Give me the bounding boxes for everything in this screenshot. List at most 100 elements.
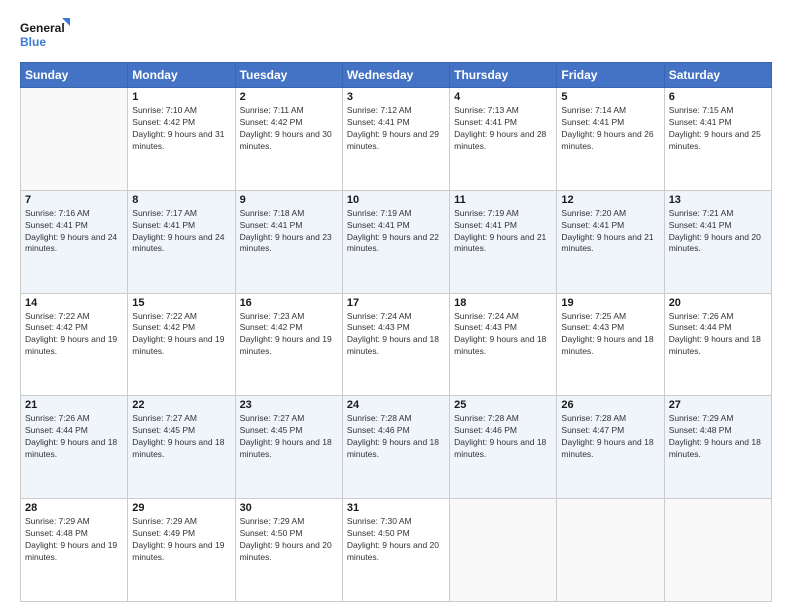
day-number: 27 xyxy=(669,399,767,411)
col-header-tuesday: Tuesday xyxy=(235,63,342,88)
day-info: Sunrise: 7:30 AMSunset: 4:50 PMDaylight:… xyxy=(347,516,445,564)
day-info: Sunrise: 7:12 AMSunset: 4:41 PMDaylight:… xyxy=(347,105,445,153)
calendar-cell: 8Sunrise: 7:17 AMSunset: 4:41 PMDaylight… xyxy=(128,190,235,293)
col-header-monday: Monday xyxy=(128,63,235,88)
day-info: Sunrise: 7:13 AMSunset: 4:41 PMDaylight:… xyxy=(454,105,552,153)
week-row-5: 28 Sunrise: 7:29 AMSunset: 4:48 PMDayligh… xyxy=(21,499,772,602)
day-number: 9 xyxy=(240,194,338,206)
day-info: Sunrise: 7:21 AMSunset: 4:41 PMDaylight:… xyxy=(669,208,767,256)
calendar-cell: 13 Sunrise: 7:21 AMSunset: 4:41 PMDayligh… xyxy=(664,190,771,293)
calendar-cell: 4 Sunrise: 7:13 AMSunset: 4:41 PMDaylight… xyxy=(450,88,557,191)
day-info: Sunrise: 7:19 AMSunset: 4:41 PMDaylight:… xyxy=(454,208,552,256)
day-number: 25 xyxy=(454,399,552,411)
week-row-3: 14 Sunrise: 7:22 AMSunset: 4:42 PMDayligh… xyxy=(21,293,772,396)
calendar-cell: 21 Sunrise: 7:26 AMSunset: 4:44 PMDayligh… xyxy=(21,396,128,499)
day-number: 28 xyxy=(25,502,123,514)
calendar-cell: 9 Sunrise: 7:18 AMSunset: 4:41 PMDaylight… xyxy=(235,190,342,293)
day-info: Sunrise: 7:29 AMSunset: 4:48 PMDaylight:… xyxy=(669,413,767,461)
day-number: 18 xyxy=(454,297,552,309)
calendar-cell: 10Sunrise: 7:19 AMSunset: 4:41 PMDayligh… xyxy=(342,190,449,293)
calendar-cell xyxy=(664,499,771,602)
day-info: Sunrise: 7:18 AMSunset: 4:41 PMDaylight:… xyxy=(240,208,338,256)
calendar-cell: 1 Sunrise: 7:10 AMSunset: 4:42 PMDaylight… xyxy=(128,88,235,191)
calendar-cell: 12Sunrise: 7:20 AMSunset: 4:41 PMDayligh… xyxy=(557,190,664,293)
day-info: Sunrise: 7:17 AMSunset: 4:41 PMDaylight:… xyxy=(132,208,230,256)
svg-text:General: General xyxy=(20,21,65,35)
day-number: 12 xyxy=(561,194,659,206)
day-number: 11 xyxy=(454,194,552,206)
day-number: 3 xyxy=(347,91,445,103)
day-number: 1 xyxy=(132,91,230,103)
calendar-cell: 29 Sunrise: 7:29 AMSunset: 4:49 PMDayligh… xyxy=(128,499,235,602)
day-info: Sunrise: 7:15 AMSunset: 4:41 PMDaylight:… xyxy=(669,105,767,153)
calendar-cell: 6Sunrise: 7:15 AMSunset: 4:41 PMDaylight… xyxy=(664,88,771,191)
header: General Blue xyxy=(20,16,772,54)
day-info: Sunrise: 7:28 AMSunset: 4:47 PMDaylight:… xyxy=(561,413,659,461)
day-info: Sunrise: 7:26 AMSunset: 4:44 PMDaylight:… xyxy=(669,311,767,359)
week-row-4: 21 Sunrise: 7:26 AMSunset: 4:44 PMDayligh… xyxy=(21,396,772,499)
day-number: 20 xyxy=(669,297,767,309)
day-number: 24 xyxy=(347,399,445,411)
day-number: 7 xyxy=(25,194,123,206)
day-number: 14 xyxy=(25,297,123,309)
logo-svg: General Blue xyxy=(20,16,70,54)
day-number: 15 xyxy=(132,297,230,309)
day-info: Sunrise: 7:27 AMSunset: 4:45 PMDaylight:… xyxy=(132,413,230,461)
header-row: SundayMondayTuesdayWednesdayThursdayFrid… xyxy=(21,63,772,88)
calendar-cell: 28 Sunrise: 7:29 AMSunset: 4:48 PMDayligh… xyxy=(21,499,128,602)
day-number: 21 xyxy=(25,399,123,411)
calendar-cell: 15 Sunrise: 7:22 AMSunset: 4:42 PMDayligh… xyxy=(128,293,235,396)
calendar-cell: 14 Sunrise: 7:22 AMSunset: 4:42 PMDayligh… xyxy=(21,293,128,396)
day-number: 30 xyxy=(240,502,338,514)
day-info: Sunrise: 7:22 AMSunset: 4:42 PMDaylight:… xyxy=(25,311,123,359)
day-info: Sunrise: 7:22 AMSunset: 4:42 PMDaylight:… xyxy=(132,311,230,359)
calendar-cell: 24 Sunrise: 7:28 AMSunset: 4:46 PMDayligh… xyxy=(342,396,449,499)
col-header-wednesday: Wednesday xyxy=(342,63,449,88)
calendar-cell: 23 Sunrise: 7:27 AMSunset: 4:45 PMDayligh… xyxy=(235,396,342,499)
day-info: Sunrise: 7:29 AMSunset: 4:50 PMDaylight:… xyxy=(240,516,338,564)
col-header-saturday: Saturday xyxy=(664,63,771,88)
logo: General Blue xyxy=(20,16,70,54)
calendar-cell xyxy=(21,88,128,191)
calendar-cell: 27 Sunrise: 7:29 AMSunset: 4:48 PMDayligh… xyxy=(664,396,771,499)
calendar-cell: 25 Sunrise: 7:28 AMSunset: 4:46 PMDayligh… xyxy=(450,396,557,499)
calendar-cell xyxy=(450,499,557,602)
calendar-cell: 30 Sunrise: 7:29 AMSunset: 4:50 PMDayligh… xyxy=(235,499,342,602)
day-info: Sunrise: 7:26 AMSunset: 4:44 PMDaylight:… xyxy=(25,413,123,461)
col-header-sunday: Sunday xyxy=(21,63,128,88)
day-number: 29 xyxy=(132,502,230,514)
day-info: Sunrise: 7:10 AMSunset: 4:42 PMDaylight:… xyxy=(132,105,230,153)
day-info: Sunrise: 7:27 AMSunset: 4:45 PMDaylight:… xyxy=(240,413,338,461)
calendar-cell: 2Sunrise: 7:11 AMSunset: 4:42 PMDaylight… xyxy=(235,88,342,191)
day-info: Sunrise: 7:14 AMSunset: 4:41 PMDaylight:… xyxy=(561,105,659,153)
calendar-cell: 22 Sunrise: 7:27 AMSunset: 4:45 PMDayligh… xyxy=(128,396,235,499)
week-row-2: 7Sunrise: 7:16 AMSunset: 4:41 PMDaylight… xyxy=(21,190,772,293)
day-number: 17 xyxy=(347,297,445,309)
day-info: Sunrise: 7:24 AMSunset: 4:43 PMDaylight:… xyxy=(347,311,445,359)
col-header-thursday: Thursday xyxy=(450,63,557,88)
calendar-cell: 3 Sunrise: 7:12 AMSunset: 4:41 PMDaylight… xyxy=(342,88,449,191)
col-header-friday: Friday xyxy=(557,63,664,88)
day-number: 22 xyxy=(132,399,230,411)
calendar-cell: 31Sunrise: 7:30 AMSunset: 4:50 PMDayligh… xyxy=(342,499,449,602)
day-number: 4 xyxy=(454,91,552,103)
day-info: Sunrise: 7:29 AMSunset: 4:48 PMDaylight:… xyxy=(25,516,123,564)
day-number: 13 xyxy=(669,194,767,206)
day-info: Sunrise: 7:29 AMSunset: 4:49 PMDaylight:… xyxy=(132,516,230,564)
day-number: 23 xyxy=(240,399,338,411)
day-info: Sunrise: 7:28 AMSunset: 4:46 PMDaylight:… xyxy=(347,413,445,461)
calendar-cell: 26Sunrise: 7:28 AMSunset: 4:47 PMDayligh… xyxy=(557,396,664,499)
day-info: Sunrise: 7:11 AMSunset: 4:42 PMDaylight:… xyxy=(240,105,338,153)
calendar-cell: 17 Sunrise: 7:24 AMSunset: 4:43 PMDayligh… xyxy=(342,293,449,396)
calendar-cell: 20 Sunrise: 7:26 AMSunset: 4:44 PMDayligh… xyxy=(664,293,771,396)
calendar-cell xyxy=(557,499,664,602)
day-number: 5 xyxy=(561,91,659,103)
calendar-cell: 7Sunrise: 7:16 AMSunset: 4:41 PMDaylight… xyxy=(21,190,128,293)
day-info: Sunrise: 7:25 AMSunset: 4:43 PMDaylight:… xyxy=(561,311,659,359)
week-row-1: 1 Sunrise: 7:10 AMSunset: 4:42 PMDaylight… xyxy=(21,88,772,191)
day-info: Sunrise: 7:28 AMSunset: 4:46 PMDaylight:… xyxy=(454,413,552,461)
calendar-cell: 5 Sunrise: 7:14 AMSunset: 4:41 PMDaylight… xyxy=(557,88,664,191)
day-info: Sunrise: 7:19 AMSunset: 4:41 PMDaylight:… xyxy=(347,208,445,256)
calendar-cell: 19Sunrise: 7:25 AMSunset: 4:43 PMDayligh… xyxy=(557,293,664,396)
day-number: 16 xyxy=(240,297,338,309)
